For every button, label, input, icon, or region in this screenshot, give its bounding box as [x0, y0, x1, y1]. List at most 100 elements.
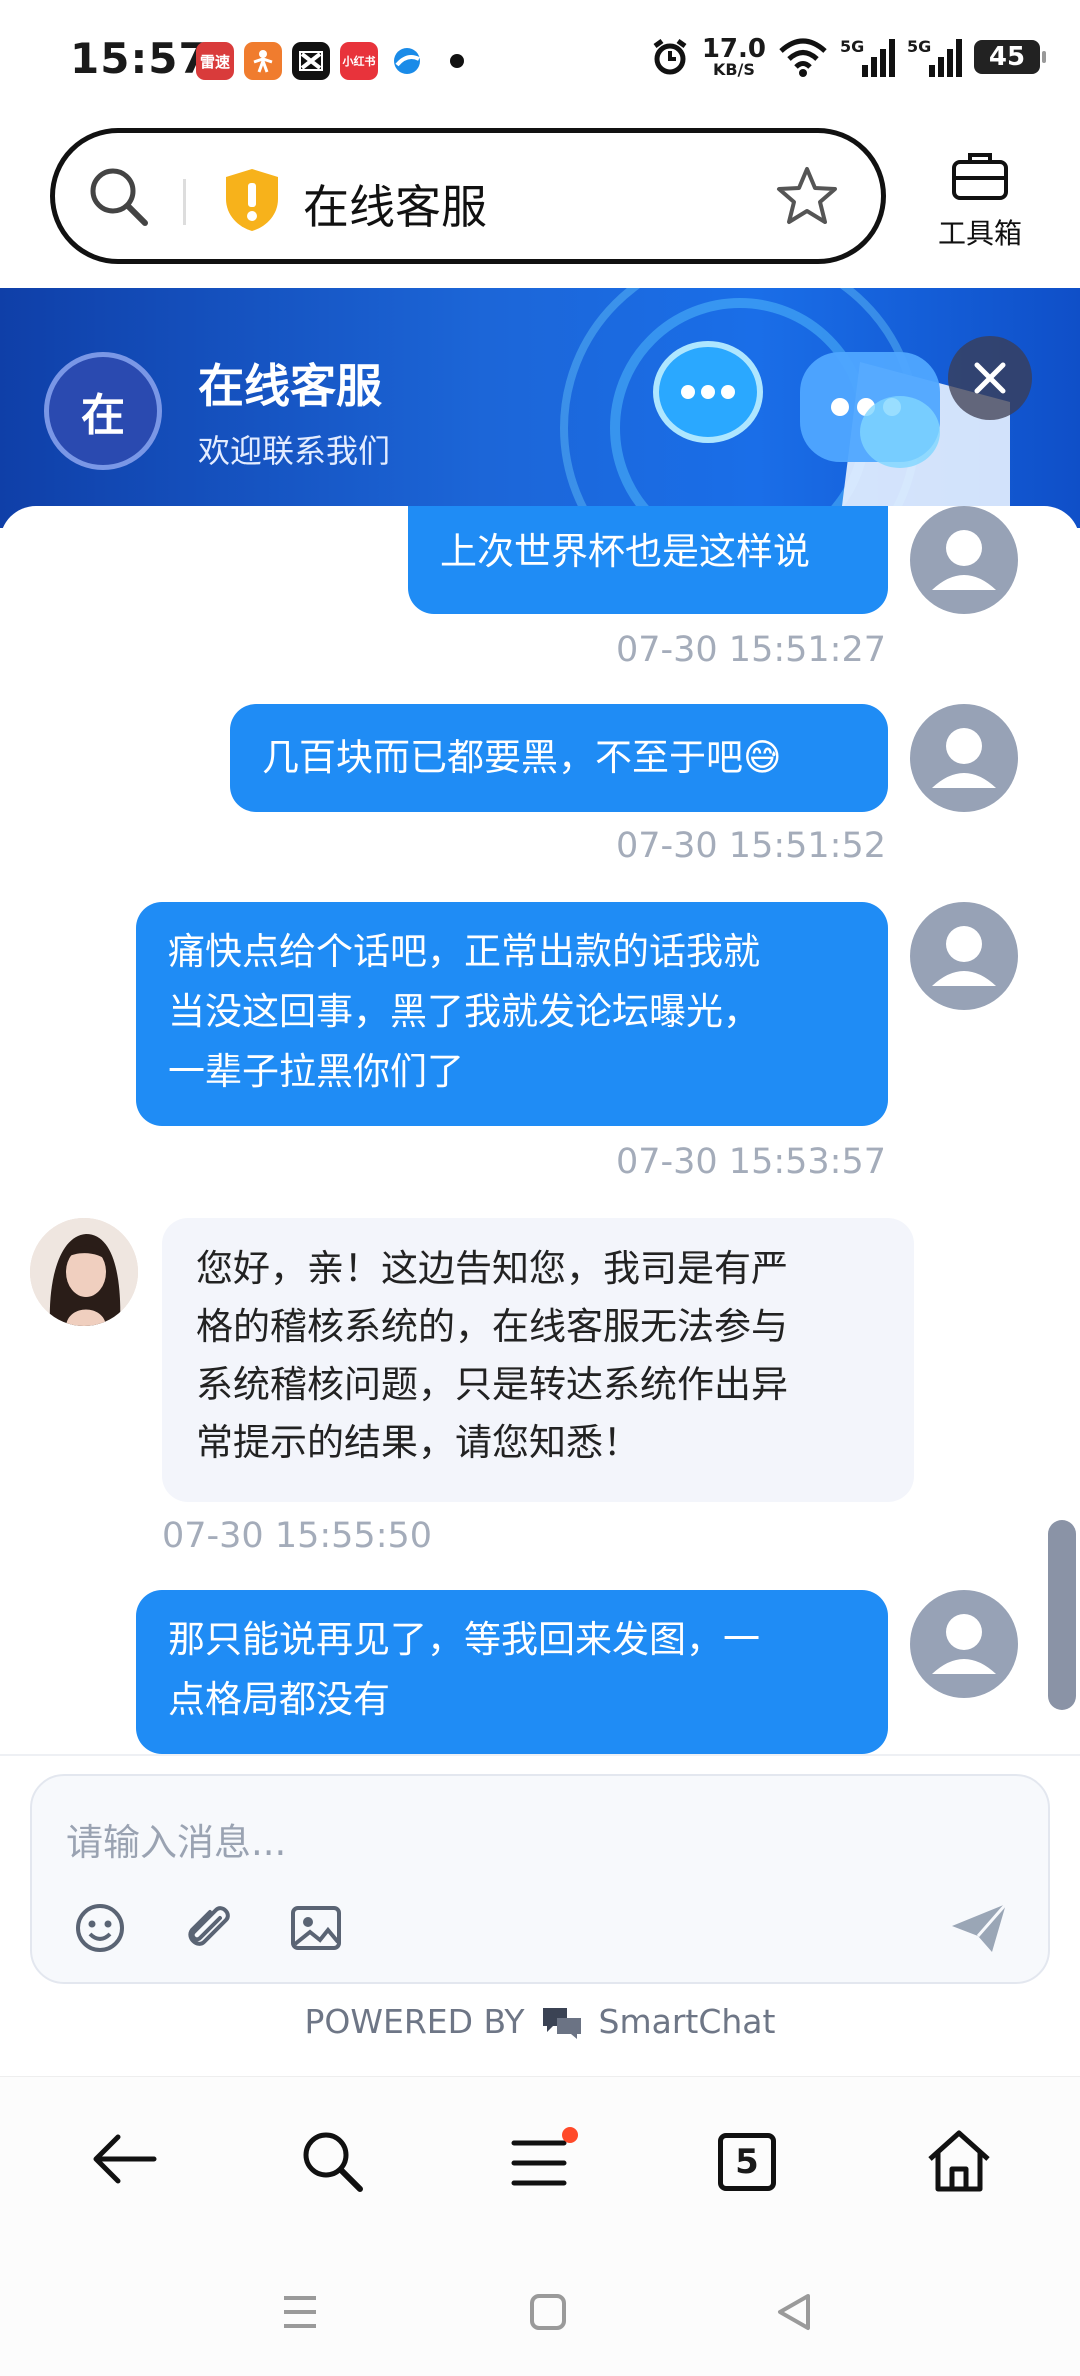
message-timestamp: 07-30 15:55:50: [162, 1516, 433, 1556]
powered-by-brand: SmartChat: [598, 2002, 776, 2041]
close-button[interactable]: [948, 336, 1032, 420]
leisu-app-icon: 雷速: [196, 42, 234, 80]
home-icon: [928, 2130, 990, 2192]
smartchat-logo-icon: [542, 2007, 581, 2039]
paperclip-icon: [188, 1906, 230, 1946]
warning-shield-icon[interactable]: [223, 167, 281, 237]
message-line: 您好，亲！这边告知您，我司是有严: [196, 1247, 788, 1290]
browser-app-icon: [388, 42, 426, 80]
net-speed-unit: KB/S: [712, 60, 755, 79]
user-avatar: [910, 704, 1018, 812]
attach-button[interactable]: [180, 1900, 236, 1960]
menu-icon: [511, 2127, 578, 2186]
send-button[interactable]: [948, 1900, 1010, 1960]
battery-indicator: 45: [974, 40, 1046, 74]
user-message-bubble: 那只能说再见了，等我回来发图，一 点格局都没有: [136, 1590, 888, 1754]
chat-scrollbar[interactable]: [1048, 1520, 1076, 1710]
user-avatar: [910, 506, 1018, 614]
system-nav-bar: [0, 2248, 1080, 2376]
chat-header-banner: 在 在线客服 欢迎联系我们: [0, 288, 1080, 528]
notification-icons: 雷速 小红书: [196, 42, 464, 80]
powered-by: POWERED BY SmartChat: [0, 2002, 1080, 2041]
banner-title: 在线客服: [198, 359, 382, 413]
page-title[interactable]: 在线客服: [303, 171, 487, 237]
search-button[interactable]: [298, 2127, 366, 2199]
user-avatar-icon: [932, 926, 996, 986]
alarm-icon: [653, 38, 687, 75]
toolbox-icon: [952, 153, 1008, 200]
message-line: 痛快点给个话吧，正常出款的话我就: [168, 930, 760, 973]
agent-photo-icon: [30, 1218, 138, 1326]
message-line: 常提示的结果，请您知悉！: [196, 1421, 640, 1464]
capcut-app-icon: [292, 42, 330, 80]
close-icon: [974, 362, 1006, 394]
net-speed-value: 17.0: [701, 34, 766, 64]
divider: [0, 1754, 1080, 1756]
agent-avatar: [30, 1218, 138, 1326]
page: 15:57 雷速 小红书 17.0 KB/S 5G 5G 45 在线客服 工具箱…: [0, 0, 1080, 2376]
more-notifications-dot: [450, 54, 464, 68]
message-timestamp: 07-30 15:53:57: [615, 1142, 886, 1182]
home-system-button[interactable]: [528, 2292, 568, 2336]
tabs-button[interactable]: 5: [718, 2133, 776, 2191]
user-avatar-icon: [932, 530, 996, 590]
xiaohongshu-app-icon: 小红书: [340, 42, 378, 80]
triangle-back-icon: [778, 2294, 810, 2330]
signal-sim1-label: 5G: [840, 37, 865, 56]
net-speed: 17.0 KB/S: [702, 36, 766, 78]
fitness-app-icon: [244, 42, 282, 80]
image-icon: [291, 1906, 341, 1950]
wifi-icon: [779, 38, 827, 77]
message-input[interactable]: 请输入消息...: [66, 1812, 286, 1866]
signal-sim1: 5G: [840, 37, 895, 77]
message-line: 那只能说再见了，等我回来发图，一: [168, 1618, 760, 1661]
browser-nav-bar: 5: [0, 2076, 1080, 2248]
status-indicators: 17.0 KB/S 5G 5G 45: [650, 36, 1046, 78]
message-timestamp: 07-30 15:51:52: [615, 826, 886, 866]
home-button[interactable]: [924, 2127, 994, 2199]
user-avatar-icon: [932, 1614, 996, 1674]
user-avatar: [910, 902, 1018, 1010]
divider: [183, 179, 186, 225]
agent-message-bubble: 您好，亲！这边告知您，我司是有严 格的稽核系统的，在线客服无法参与 系统稽核问题…: [162, 1218, 914, 1502]
powered-by-prefix: POWERED BY: [304, 2002, 525, 2041]
back-button[interactable]: [88, 2127, 158, 2195]
message-timestamp: 07-30 15:51:27: [615, 630, 886, 670]
status-bar: 15:57 雷速 小红书 17.0 KB/S 5G 5G 45: [0, 0, 1080, 120]
toolbox-button[interactable]: 工具箱: [920, 150, 1040, 252]
tab-count: 5: [718, 2133, 776, 2191]
message-line: 当没这回事，黑了我就发论坛曝光，: [168, 990, 760, 1033]
address-bar[interactable]: 在线客服: [50, 128, 886, 264]
search-icon[interactable]: [85, 163, 153, 235]
recents-icon: [284, 2296, 316, 2328]
clock: 15:57: [70, 34, 209, 83]
message-line: 上次世界杯也是这样说: [440, 530, 810, 573]
bookmark-star-icon[interactable]: [773, 163, 841, 235]
message-line: 格的稽核系统的，在线客服无法参与: [196, 1305, 788, 1348]
back-system-button[interactable]: [774, 2292, 814, 2336]
user-avatar-icon: [932, 728, 996, 788]
user-message-bubble: 几百块而已都要黑，不至于吧😅: [230, 704, 888, 812]
chat-messages[interactable]: 上次世界杯也是这样说 07-30 15:51:27 几百块而已都要黑，不至于吧😅…: [0, 506, 1080, 1754]
recents-button[interactable]: [280, 2292, 320, 2336]
emoji-icon: [76, 1904, 124, 1952]
send-icon: [952, 1903, 1008, 1952]
message-line: 一辈子拉黑你们了: [168, 1050, 464, 1093]
message-line: 点格局都没有: [168, 1678, 390, 1721]
square-icon: [530, 2294, 566, 2330]
menu-button[interactable]: [508, 2127, 580, 2199]
back-arrow-icon: [93, 2134, 157, 2184]
message-input-box[interactable]: 请输入消息...: [30, 1774, 1050, 1984]
toolbox-label: 工具箱: [937, 217, 1022, 250]
message-line: 几百块而已都要黑，不至于吧😅: [262, 736, 782, 779]
image-button[interactable]: [288, 1900, 344, 1960]
search-icon: [303, 2132, 363, 2192]
service-avatar: 在: [44, 352, 162, 470]
emoji-button[interactable]: [72, 1900, 128, 1960]
message-line: 系统稽核问题，只是转达系统作出异: [196, 1363, 788, 1406]
user-message-bubble: 痛快点给个话吧，正常出款的话我就 当没这回事，黑了我就发论坛曝光， 一辈子拉黑你…: [136, 902, 888, 1126]
user-avatar: [910, 1590, 1018, 1698]
banner-subtitle: 欢迎联系我们: [198, 432, 391, 470]
signal-sim2-label: 5G: [907, 37, 932, 56]
user-message-bubble: 上次世界杯也是这样说: [408, 506, 888, 614]
